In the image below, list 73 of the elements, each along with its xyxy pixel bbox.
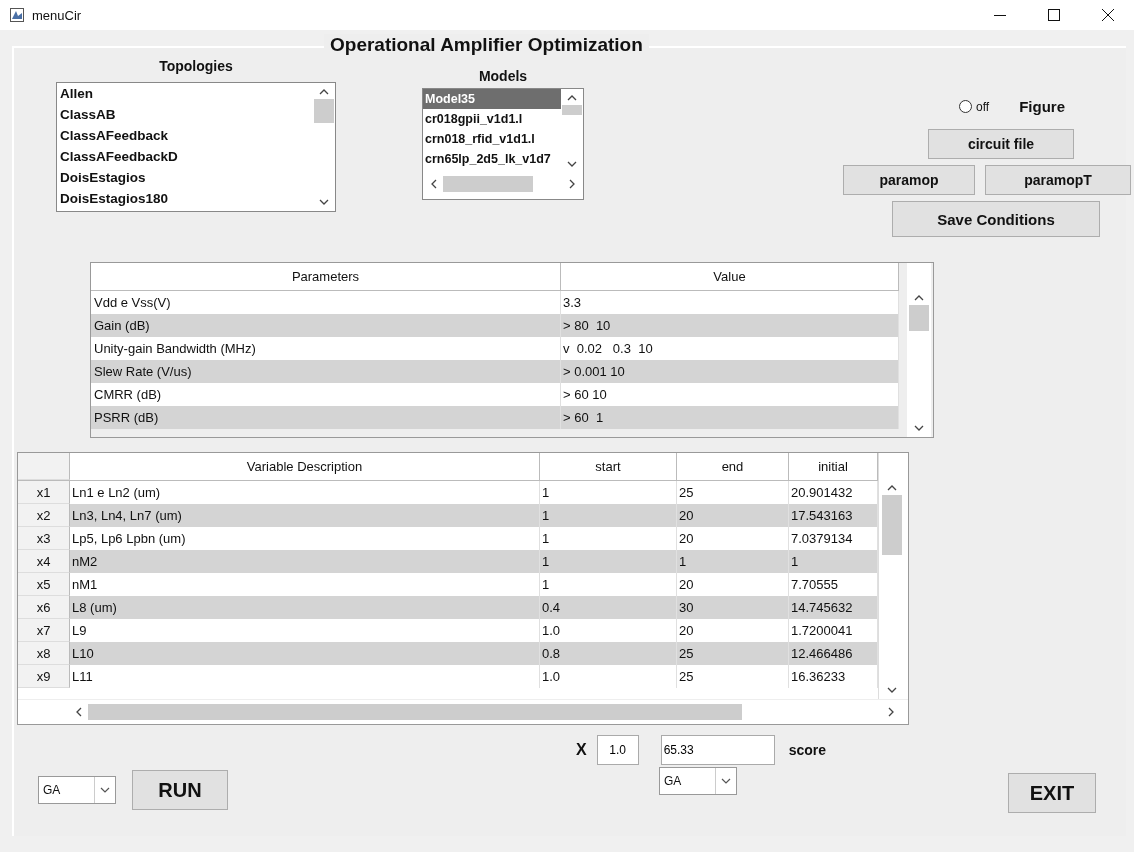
x-field[interactable]: 1.0 xyxy=(596,735,639,765)
scroll-right-icon[interactable] xyxy=(888,707,894,717)
window-title: menuCir xyxy=(32,7,82,23)
column-header[interactable]: start xyxy=(540,453,677,480)
save-conditions-button[interactable]: Save Conditions xyxy=(892,201,1100,237)
table-cell[interactable]: L11 xyxy=(70,665,540,688)
caret-icon xyxy=(721,778,731,784)
column-header[interactable]: Parameters xyxy=(91,263,561,290)
scroll-thumb[interactable] xyxy=(909,305,929,331)
maximize-icon[interactable] xyxy=(1048,9,1060,21)
paramop-button[interactable]: paramop xyxy=(843,165,975,195)
list-item[interactable]: crn018_rfid_v1d1.l xyxy=(423,129,561,149)
scroll-left-icon[interactable] xyxy=(76,707,82,717)
column-header[interactable]: Value xyxy=(561,263,899,290)
close-icon[interactable] xyxy=(1102,9,1114,21)
scroll-up-icon[interactable] xyxy=(914,295,924,301)
table-cell[interactable]: PSRR (dB) xyxy=(91,406,561,429)
list-item[interactable]: ClassAFeedback xyxy=(57,125,313,146)
scroll-down-icon[interactable] xyxy=(319,199,329,205)
row-header: x4 xyxy=(18,550,70,573)
run-button[interactable]: RUN xyxy=(132,770,228,810)
x-label: X xyxy=(576,741,587,759)
scroll-down-icon[interactable] xyxy=(567,161,577,167)
scroll-left-icon[interactable] xyxy=(431,179,437,189)
scroll-up-icon[interactable] xyxy=(319,89,329,95)
method-dropdown[interactable]: GA xyxy=(38,776,116,804)
method-dropdown[interactable]: GA xyxy=(659,767,737,795)
list-item[interactable]: crn65lp_2d5_lk_v1d7 xyxy=(423,149,561,169)
list-label: Topologies xyxy=(158,58,234,74)
scroll-up-icon[interactable] xyxy=(887,485,897,491)
topologies-list[interactable]: Allen ClassAB ClassAFeedback ClassAFeedbackD DoisEstagios DoisEstagios180 xyxy=(56,82,336,212)
scrollbar[interactable] xyxy=(907,263,931,437)
scroll-right-icon[interactable] xyxy=(569,179,575,189)
table-cell[interactable]: 1.0 xyxy=(540,665,677,688)
row-header: x3 xyxy=(18,527,70,550)
table-cell[interactable]: > 60 1 xyxy=(561,406,899,429)
scroll-thumb[interactable] xyxy=(882,495,902,555)
scroll-down-icon[interactable] xyxy=(887,687,897,693)
row-header: x2 xyxy=(18,504,70,527)
scroll-thumb[interactable] xyxy=(443,176,533,192)
radio-button[interactable] xyxy=(959,100,972,113)
list-item[interactable]: DoisEstagios180 xyxy=(57,188,313,209)
models-list[interactable]: Model35 cr018gpii_v1d1.l crn018_rfid_v1d1.l crn65lp_2d5_lk_v1d7 xyxy=(422,88,584,200)
circuit-file-button[interactable]: circuit file xyxy=(928,129,1074,159)
row-header: x5 xyxy=(18,573,70,596)
exit-button[interactable]: EXIT xyxy=(1008,773,1096,813)
column-header[interactable]: Variable Description xyxy=(70,453,540,480)
row-header: x9 xyxy=(18,665,70,688)
row-header: x7 xyxy=(18,619,70,642)
score-label: score xyxy=(788,742,827,758)
radio-label: off xyxy=(976,99,990,114)
scroll-thumb[interactable] xyxy=(562,105,582,115)
score-field[interactable]: 65.33 xyxy=(660,735,775,765)
figure-label: Figure xyxy=(1019,98,1065,115)
scroll-thumb[interactable] xyxy=(88,704,742,720)
list-label: Models xyxy=(477,68,529,84)
list-item[interactable]: ClassAB xyxy=(57,104,313,125)
scroll-up-icon[interactable] xyxy=(567,95,577,101)
row-header: x1 xyxy=(18,481,70,504)
row-header: x6 xyxy=(18,596,70,619)
scroll-down-icon[interactable] xyxy=(914,425,924,431)
list-item[interactable]: Model35 xyxy=(423,89,561,109)
app-icon xyxy=(10,8,24,22)
scroll-thumb[interactable] xyxy=(314,99,334,123)
table-cell[interactable]: 25 xyxy=(677,665,789,688)
list-item[interactable]: ClassAFeedbackD xyxy=(57,146,313,167)
column-header[interactable]: end xyxy=(677,453,789,480)
row-header: x8 xyxy=(18,642,70,665)
caret-icon xyxy=(100,787,110,793)
scrollbar[interactable] xyxy=(878,453,905,699)
list-item[interactable]: Allen xyxy=(57,83,313,104)
list-item[interactable]: cr018gpii_v1d1.l xyxy=(423,109,561,129)
list-item[interactable]: DoisEstagios xyxy=(57,167,313,188)
